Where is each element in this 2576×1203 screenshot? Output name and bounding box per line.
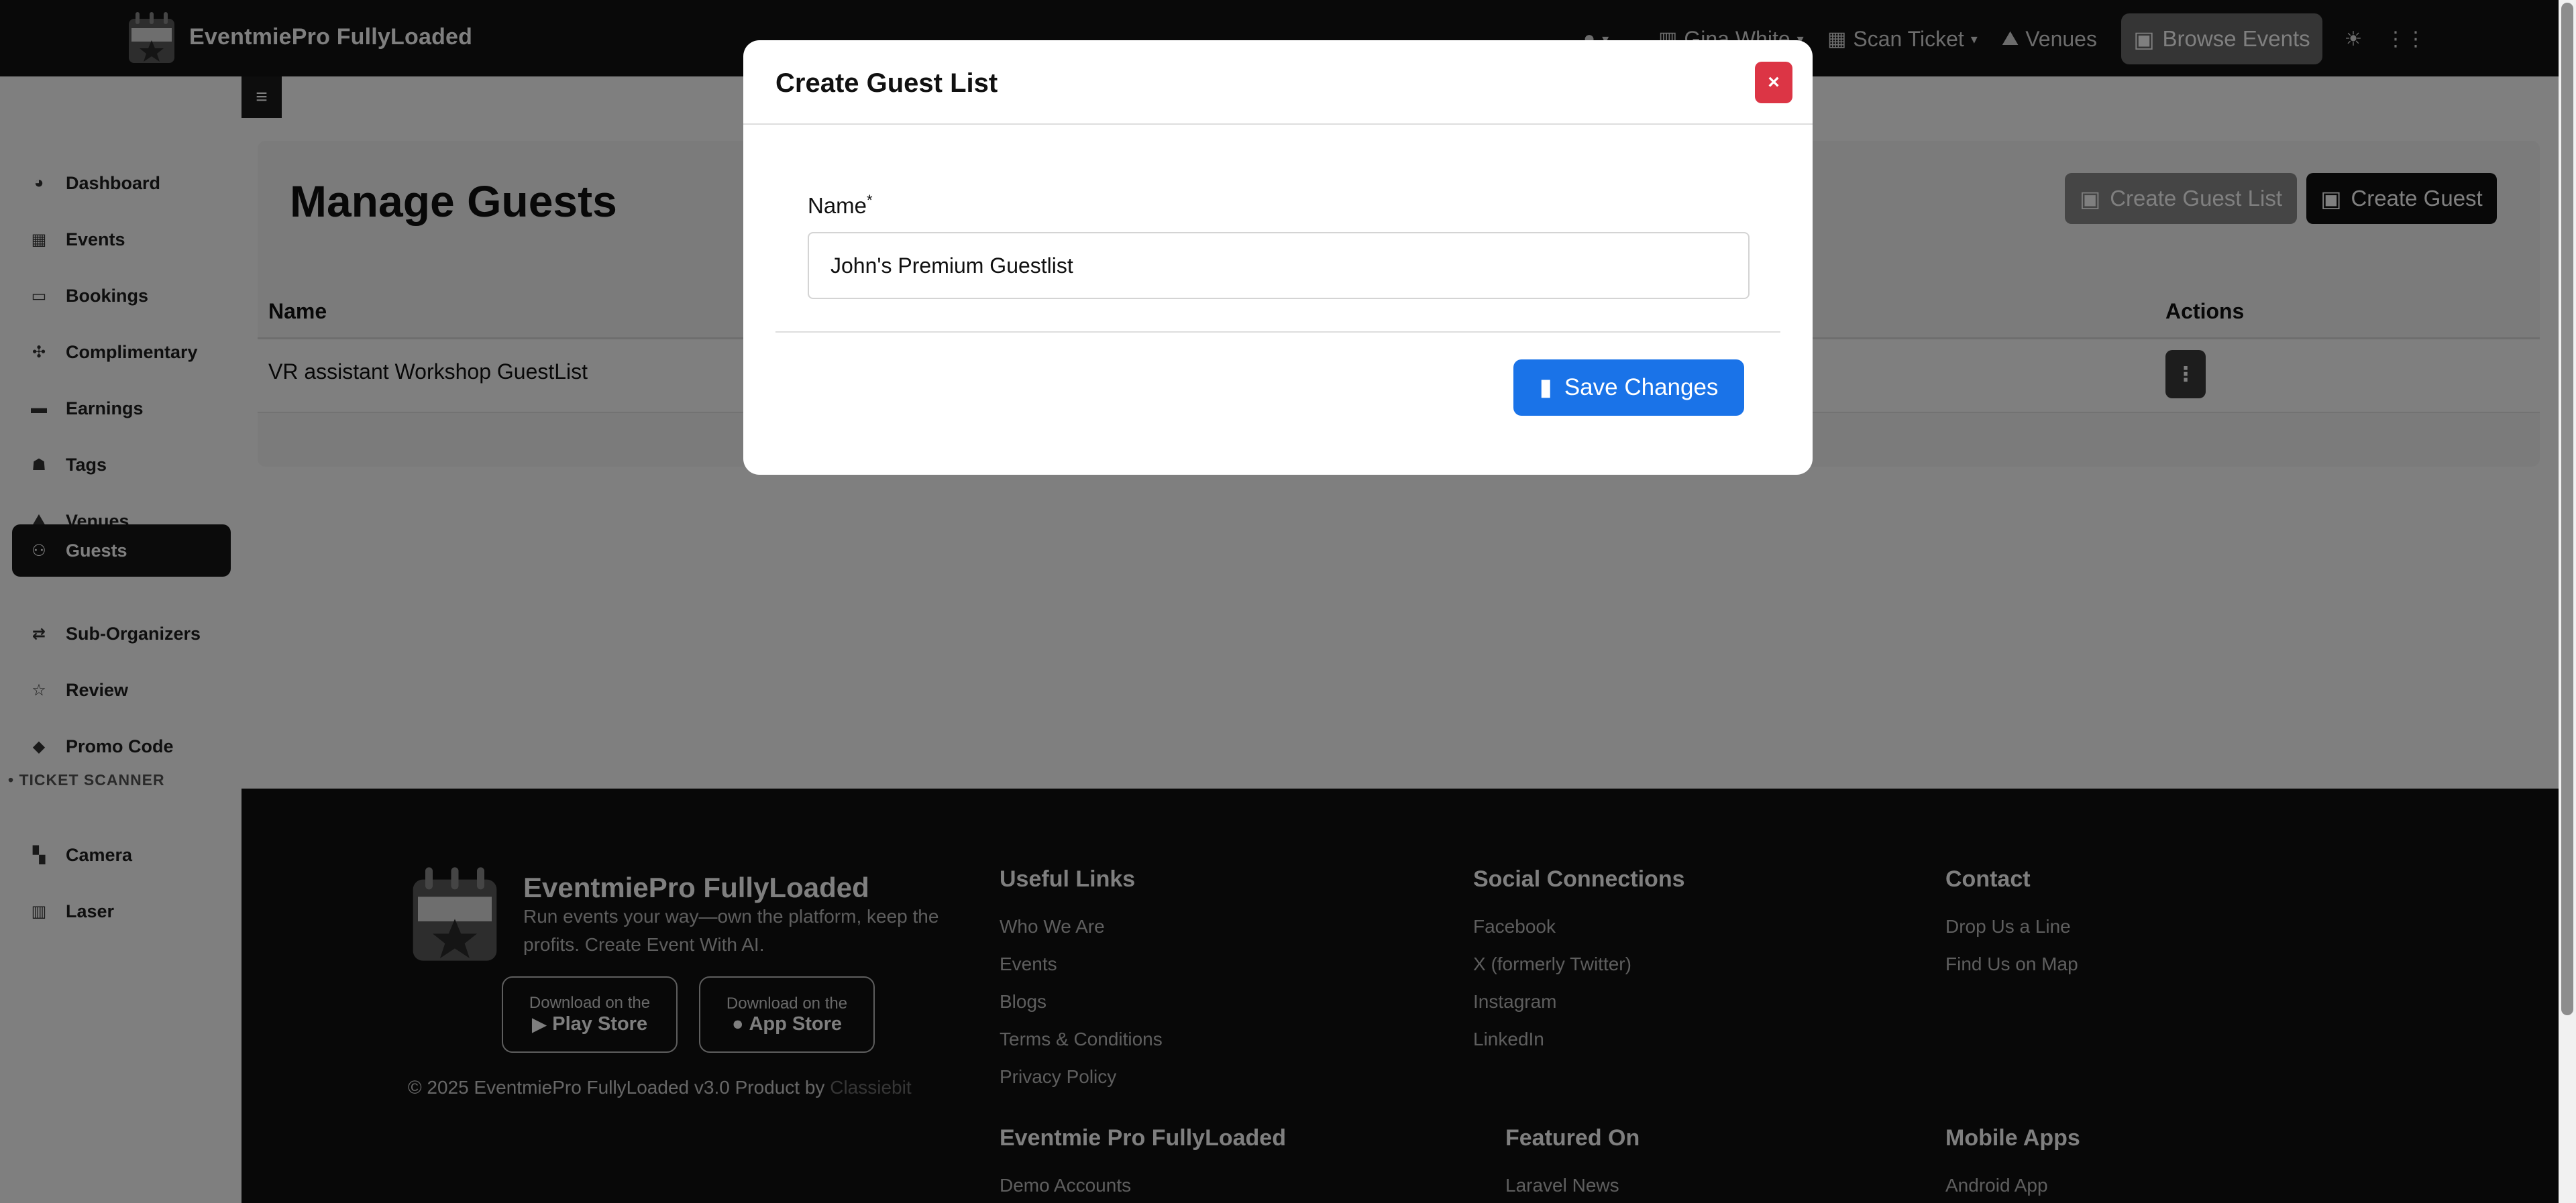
save-icon: ▮ bbox=[1539, 374, 1552, 400]
save-changes-button[interactable]: ▮ Save Changes bbox=[1513, 359, 1744, 416]
create-guest-list-modal: Create Guest List × Name* ▮ Save Changes bbox=[743, 40, 1813, 475]
save-changes-label: Save Changes bbox=[1564, 374, 1719, 400]
close-icon: × bbox=[1768, 71, 1780, 93]
required-mark: * bbox=[867, 192, 873, 209]
name-field-label: Name* bbox=[808, 192, 873, 219]
name-input[interactable] bbox=[808, 232, 1750, 299]
modal-close-button[interactable]: × bbox=[1755, 62, 1792, 103]
name-label-text: Name bbox=[808, 193, 867, 218]
modal-footer-divider bbox=[775, 331, 1780, 333]
modal-title: Create Guest List bbox=[775, 68, 998, 98]
modal-header-divider bbox=[743, 123, 1813, 125]
scrollbar-thumb[interactable] bbox=[2561, 3, 2573, 1015]
